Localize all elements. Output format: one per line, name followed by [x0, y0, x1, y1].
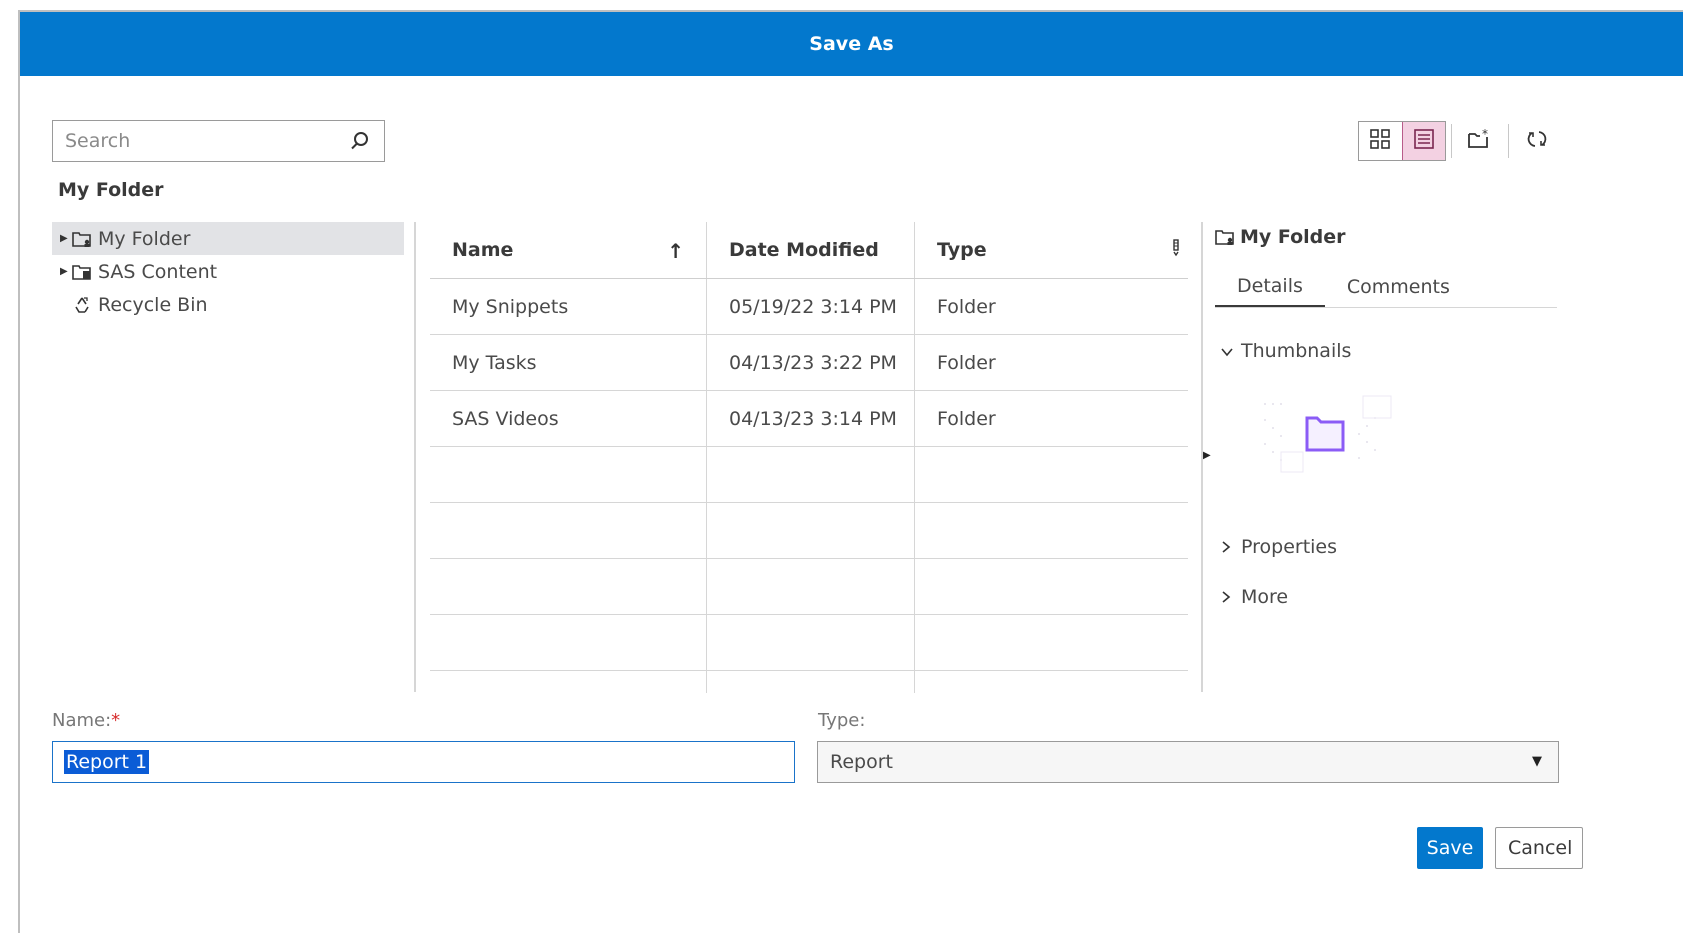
content-folder-icon — [72, 262, 94, 282]
list-view-icon — [1413, 128, 1435, 154]
recycle-icon — [72, 295, 94, 315]
cell-type: Folder — [937, 295, 996, 318]
dropdown-arrow-icon: ▼ — [1532, 754, 1542, 769]
tab-details[interactable]: Details — [1215, 266, 1325, 307]
column-header-date-modified[interactable]: Date Modified — [707, 222, 915, 278]
folder-tree: ▶ My Folder ▶ SAS Content Recycle Bin — [52, 222, 404, 321]
cell-date: 05/19/22 3:14 PM — [707, 279, 915, 334]
grid-view-button[interactable] — [1359, 122, 1402, 160]
sort-ascending-icon[interactable]: ↑ — [667, 239, 684, 263]
current-location: My Folder — [58, 179, 164, 201]
cancel-button[interactable]: Cancel — [1495, 827, 1583, 869]
cell-date: 04/13/23 3:14 PM — [707, 391, 915, 446]
cell-date: 04/13/23 3:22 PM — [707, 335, 915, 390]
tree-item-label: SAS Content — [98, 260, 218, 283]
section-more[interactable]: More — [1221, 586, 1560, 608]
cell-name: SAS Videos — [430, 391, 707, 446]
collapse-panel-icon[interactable]: ▶ — [1203, 450, 1211, 461]
panel-title: My Folder — [1215, 224, 1560, 250]
search-box[interactable] — [52, 120, 385, 162]
file-table: Name ↑ Date Modified Type My Snippets 05… — [430, 222, 1188, 693]
section-thumbnails[interactable]: Thumbnails — [1221, 340, 1560, 362]
tree-item-label: My Folder — [98, 227, 191, 250]
list-view-button[interactable] — [1401, 122, 1445, 160]
column-header-name[interactable]: Name ↑ — [430, 222, 707, 278]
tree-item-recycle-bin[interactable]: Recycle Bin — [52, 288, 404, 321]
view-toggle — [1358, 121, 1446, 161]
toolbar-separator — [1508, 124, 1509, 158]
chevron-right-icon — [1221, 538, 1235, 557]
empty-row — [430, 671, 1188, 693]
required-indicator: * — [111, 710, 121, 731]
toolbar-separator — [1451, 124, 1452, 158]
empty-row — [430, 503, 1188, 559]
cell-name: My Tasks — [430, 335, 707, 390]
name-field[interactable]: Report 1 — [52, 741, 795, 783]
svg-text:*: * — [1482, 127, 1488, 141]
expand-caret-icon[interactable]: ▶ — [60, 266, 72, 277]
table-row[interactable]: My Tasks 04/13/23 3:22 PM Folder — [430, 335, 1188, 391]
name-label: Name:* — [52, 710, 121, 731]
tree-item-sas-content[interactable]: ▶ SAS Content — [52, 255, 404, 288]
column-header-type[interactable]: Type — [915, 222, 1188, 278]
table-row[interactable]: My Snippets 05/19/22 3:14 PM Folder — [430, 279, 1188, 335]
new-folder-icon: * — [1467, 127, 1493, 155]
tab-comments[interactable]: Comments — [1325, 266, 1472, 307]
tree-item-label: Recycle Bin — [98, 293, 208, 316]
new-folder-button[interactable]: * — [1464, 125, 1496, 157]
cell-type: Folder — [937, 407, 996, 430]
table-header: Name ↑ Date Modified Type — [430, 222, 1188, 279]
chevron-right-icon — [1221, 588, 1235, 607]
table-row[interactable]: SAS Videos 04/13/23 3:14 PM Folder — [430, 391, 1188, 447]
type-select-value: Report — [830, 751, 893, 773]
save-button[interactable]: Save — [1417, 827, 1483, 869]
type-label: Type: — [818, 710, 866, 731]
expand-caret-icon[interactable]: ▶ — [60, 233, 72, 244]
details-panel: My Folder Details Comments Thumbnails Pr… — [1215, 224, 1560, 608]
search-input[interactable] — [65, 130, 348, 152]
cell-type: Folder — [937, 351, 996, 374]
folder-thumbnail — [1255, 394, 1395, 478]
chevron-down-icon — [1221, 342, 1235, 361]
refresh-icon — [1526, 128, 1548, 154]
column-menu-icon[interactable] — [1172, 238, 1180, 260]
pane-divider[interactable] — [414, 222, 416, 692]
empty-row — [430, 559, 1188, 615]
dialog-title: Save As — [20, 12, 1683, 76]
tree-item-my-folder[interactable]: ▶ My Folder — [52, 222, 404, 255]
grid-view-icon — [1369, 128, 1391, 154]
type-select[interactable]: Report ▼ — [817, 741, 1559, 783]
section-properties[interactable]: Properties — [1221, 536, 1560, 558]
empty-row — [430, 615, 1188, 671]
name-field-value: Report 1 — [64, 750, 150, 774]
user-folder-icon — [72, 229, 94, 249]
panel-tabs: Details Comments — [1215, 266, 1557, 308]
empty-row — [430, 447, 1188, 503]
user-folder-icon — [1215, 228, 1235, 246]
search-icon[interactable] — [348, 129, 372, 153]
refresh-button[interactable] — [1521, 125, 1553, 157]
cell-name: My Snippets — [430, 279, 707, 334]
